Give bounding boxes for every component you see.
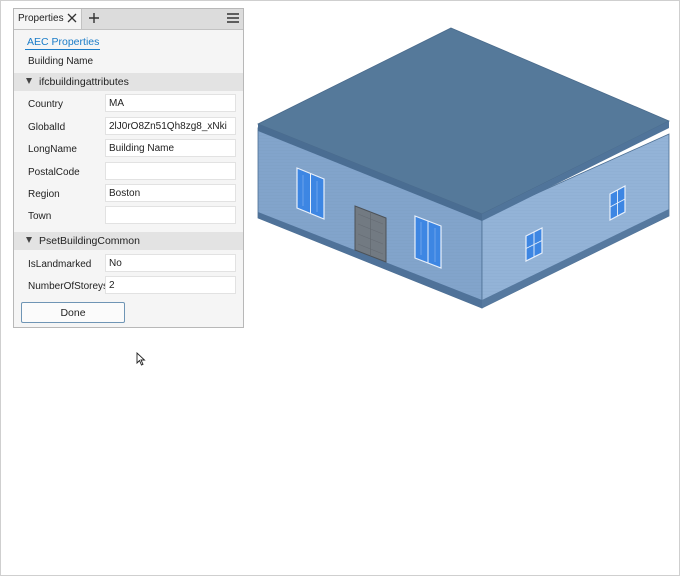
property-value: MA (109, 98, 124, 109)
property-label-numberofstoreys: NumberOfStoreys (28, 281, 109, 292)
tab-properties-label: Properties (18, 13, 64, 24)
aec-properties-link[interactable]: AEC Properties (27, 36, 99, 48)
property-field-postalcode[interactable] (105, 162, 236, 180)
close-icon[interactable] (66, 12, 78, 24)
section-title: ifcbuildingattributes (39, 76, 129, 88)
property-value: Building Name (109, 143, 175, 154)
tab-properties[interactable]: Properties (14, 9, 82, 29)
property-label-longname: LongName (28, 144, 77, 155)
collapse-arrow-icon[interactable] (26, 78, 32, 84)
done-button-label: Done (60, 307, 86, 319)
section-title: PsetBuildingCommon (39, 235, 140, 247)
property-field-numberofstoreys[interactable]: 2 (105, 276, 236, 294)
building-3d-model[interactable] (250, 20, 680, 320)
property-label-globalid: GlobalId (28, 122, 66, 133)
property-label-country: Country (28, 99, 64, 110)
selected-element-name: Building Name (28, 56, 94, 67)
property-value: 2lJ0rO8Zn51Qh8zg8_xNki (109, 121, 227, 132)
property-field-islandmarked[interactable]: No (105, 254, 236, 272)
property-field-longname[interactable]: Building Name (105, 139, 236, 157)
property-label-region: Region (28, 189, 60, 200)
property-field-town[interactable] (105, 206, 236, 224)
properties-panel: Properties AEC Properties Building Name … (13, 8, 244, 328)
property-value: No (109, 258, 122, 269)
mouse-cursor-icon (136, 352, 146, 366)
property-value: 2 (109, 280, 115, 291)
property-value: Boston (109, 188, 141, 199)
plus-icon[interactable] (87, 11, 101, 25)
done-button[interactable]: Done (21, 302, 125, 323)
property-field-globalid[interactable]: 2lJ0rO8Zn51Qh8zg8_xNki (105, 117, 236, 135)
section-header-ifcbuildingattributes[interactable]: ifcbuildingattributes (14, 73, 243, 91)
hamburger-menu-icon[interactable] (226, 12, 240, 24)
property-label-postalcode: PostalCode (28, 167, 80, 178)
link-underline (25, 49, 100, 50)
section-header-psetbuildingcommon[interactable]: PsetBuildingCommon (14, 232, 243, 250)
property-field-country[interactable]: MA (105, 94, 236, 112)
property-label-town: Town (28, 211, 52, 222)
property-field-region[interactable]: Boston (105, 184, 236, 202)
panel-tab-bar: Properties (14, 9, 243, 30)
property-label-islandmarked: IsLandmarked (28, 259, 92, 270)
collapse-arrow-icon[interactable] (26, 237, 32, 243)
